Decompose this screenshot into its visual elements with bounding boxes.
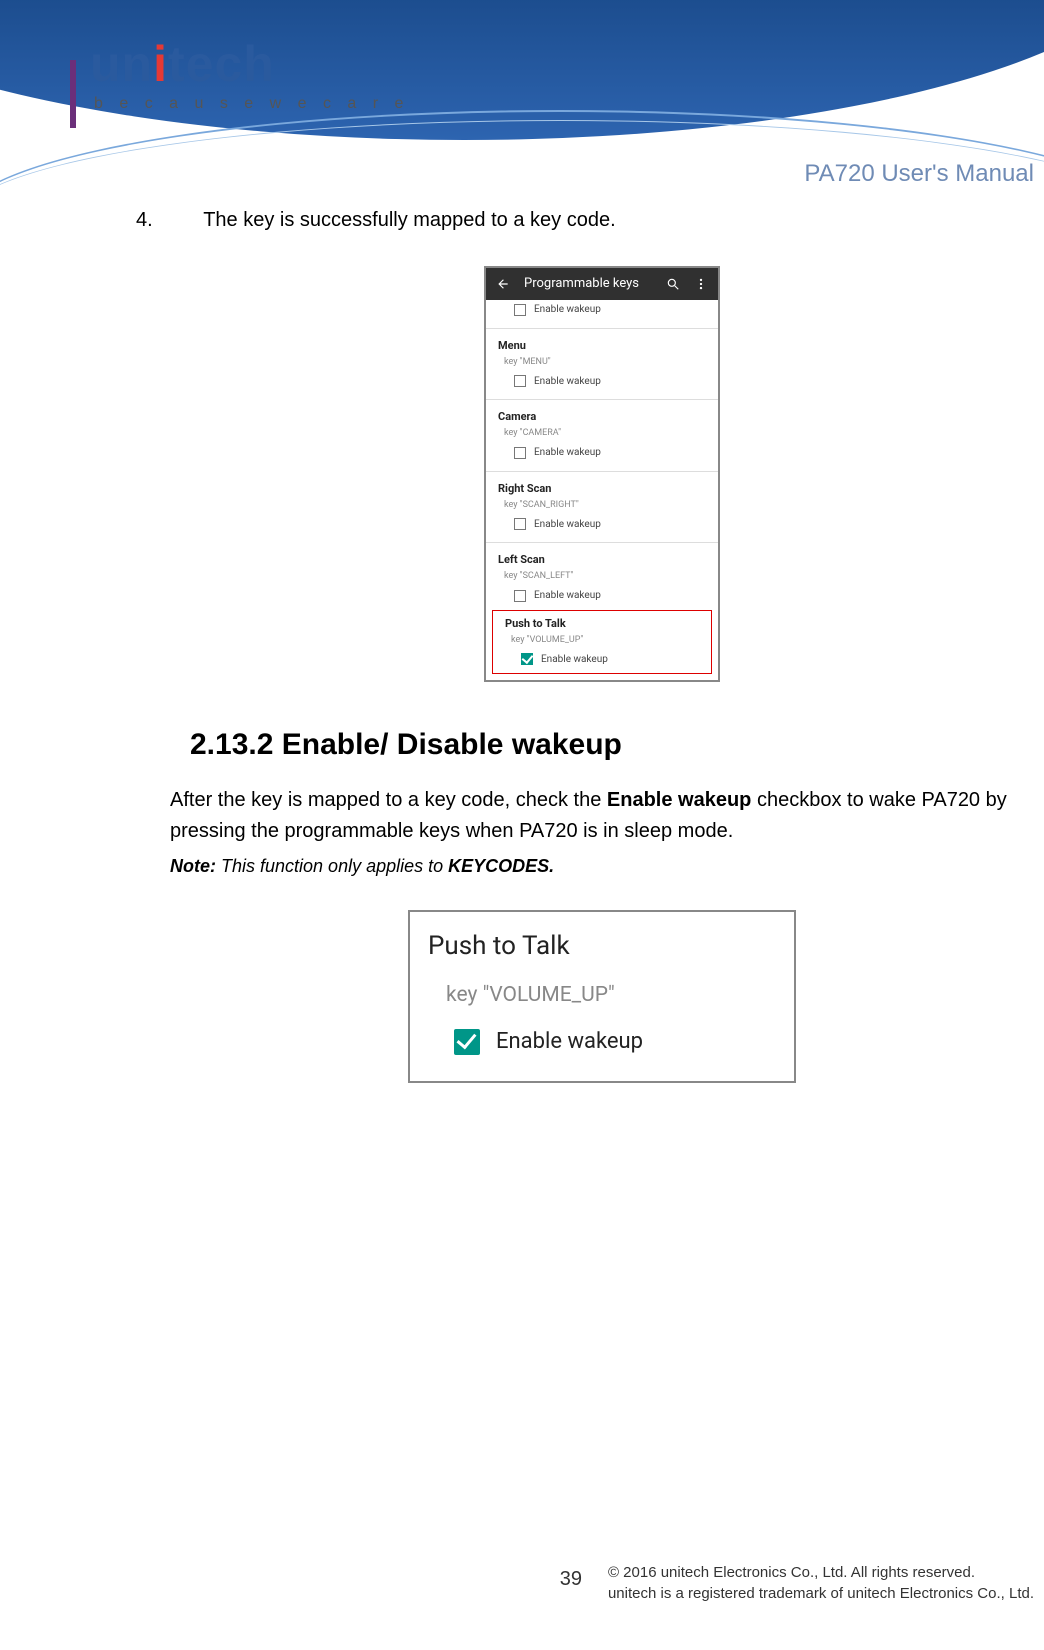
checkbox-row[interactable]: Enable wakeup bbox=[486, 300, 718, 324]
brand-logo: unitech b e c a u s e w e c a r e bbox=[90, 35, 409, 113]
checkbox-row[interactable]: Enable wakeup bbox=[486, 372, 718, 396]
screenshot-title: Programmable keys bbox=[524, 274, 652, 294]
search-icon[interactable] bbox=[666, 277, 680, 291]
brand-name-suffix: tech bbox=[168, 36, 275, 92]
screenshot-appbar: Programmable keys bbox=[486, 268, 718, 300]
footer-legal: © 2016 unitech Electronics Co., Ltd. All… bbox=[608, 1562, 1034, 1604]
checkbox-row-push-to-talk[interactable]: Enable wakeup bbox=[493, 650, 711, 674]
back-arrow-icon[interactable] bbox=[496, 277, 510, 291]
page-number: 39 bbox=[560, 1568, 582, 1591]
document-title: PA720 User's Manual bbox=[804, 160, 1034, 188]
checkbox-icon[interactable] bbox=[514, 375, 526, 387]
footer-line1: © 2016 unitech Electronics Co., Ltd. All… bbox=[608, 1562, 1034, 1583]
note-text: This function only applies to bbox=[216, 856, 448, 876]
list-subtext: key "CAMERA" bbox=[486, 425, 718, 443]
page-footer: 39 © 2016 unitech Electronics Co., Ltd. … bbox=[170, 1562, 1034, 1604]
list-category: Right Scan bbox=[486, 472, 718, 497]
left-accent-bar bbox=[70, 60, 76, 128]
list-subtext: key "SCAN_LEFT" bbox=[486, 568, 718, 586]
checkbox-label: Enable wakeup bbox=[534, 588, 601, 604]
checkbox-icon[interactable] bbox=[454, 1029, 480, 1055]
step-text: The key is successfully mapped to a key … bbox=[203, 209, 615, 231]
footer-line2: unitech is a registered trademark of uni… bbox=[608, 1583, 1034, 1604]
list-subtext: key "MENU" bbox=[486, 354, 718, 372]
note-label: Note: bbox=[170, 856, 216, 876]
brand-tagline: b e c a u s e w e c a r e bbox=[90, 95, 409, 113]
list-category: Left Scan bbox=[486, 543, 718, 568]
zoom-sub: key "VOLUME_UP" bbox=[446, 979, 776, 1012]
checkbox-label: Enable wakeup bbox=[534, 302, 601, 318]
step-4: 4. The key is successfully mapped to a k… bbox=[170, 205, 1034, 236]
checkbox-icon[interactable] bbox=[521, 653, 533, 665]
list-subtext: key "SCAN_RIGHT" bbox=[486, 497, 718, 515]
checkbox-icon[interactable] bbox=[514, 518, 526, 530]
screenshot-enable-wakeup-zoom: Push to Talk key "VOLUME_UP" Enable wake… bbox=[408, 910, 796, 1083]
sub-push-to-talk: key "VOLUME_UP" bbox=[493, 632, 711, 650]
brand-name-prefix: un bbox=[90, 36, 153, 92]
para-before: After the key is mapped to a key code, c… bbox=[170, 789, 607, 811]
checkbox-label: Enable wakeup bbox=[534, 445, 601, 461]
checkbox-label: Enable wakeup bbox=[541, 652, 608, 668]
brand-name-dot: i bbox=[153, 36, 168, 92]
note-keyword: KEYCODES. bbox=[448, 856, 554, 876]
overflow-menu-icon[interactable] bbox=[694, 277, 708, 291]
checkbox-row[interactable]: Enable wakeup bbox=[486, 443, 718, 467]
para-bold: Enable wakeup bbox=[607, 789, 752, 811]
cat-push-to-talk: Push to Talk bbox=[493, 613, 711, 632]
checkbox-icon[interactable] bbox=[514, 447, 526, 459]
zoom-checkbox-row[interactable]: Enable wakeup bbox=[428, 1025, 776, 1059]
highlighted-push-to-talk: Push to Talk key "VOLUME_UP" Enable wake… bbox=[492, 610, 712, 674]
checkbox-label: Enable wakeup bbox=[534, 374, 601, 390]
list-category: Camera bbox=[486, 400, 718, 425]
screenshot-programmable-keys: Programmable keys Enable wakeupMenukey "… bbox=[484, 266, 720, 682]
checkbox-icon[interactable] bbox=[514, 304, 526, 316]
section-paragraph: After the key is mapped to a key code, c… bbox=[170, 785, 1034, 847]
zoom-checkbox-label: Enable wakeup bbox=[496, 1025, 643, 1059]
checkbox-row[interactable]: Enable wakeup bbox=[486, 515, 718, 539]
section-heading: 2.13.2 Enable/ Disable wakeup bbox=[190, 722, 1034, 769]
checkbox-label: Enable wakeup bbox=[534, 517, 601, 533]
checkbox-icon[interactable] bbox=[514, 590, 526, 602]
zoom-title: Push to Talk bbox=[428, 926, 776, 966]
step-number: 4. bbox=[170, 205, 198, 236]
content-area: 4. The key is successfully mapped to a k… bbox=[170, 205, 1034, 1083]
list-category: Menu bbox=[486, 329, 718, 354]
note-line: Note: This function only applies to KEYC… bbox=[170, 853, 1034, 881]
checkbox-row[interactable]: Enable wakeup bbox=[486, 586, 718, 610]
